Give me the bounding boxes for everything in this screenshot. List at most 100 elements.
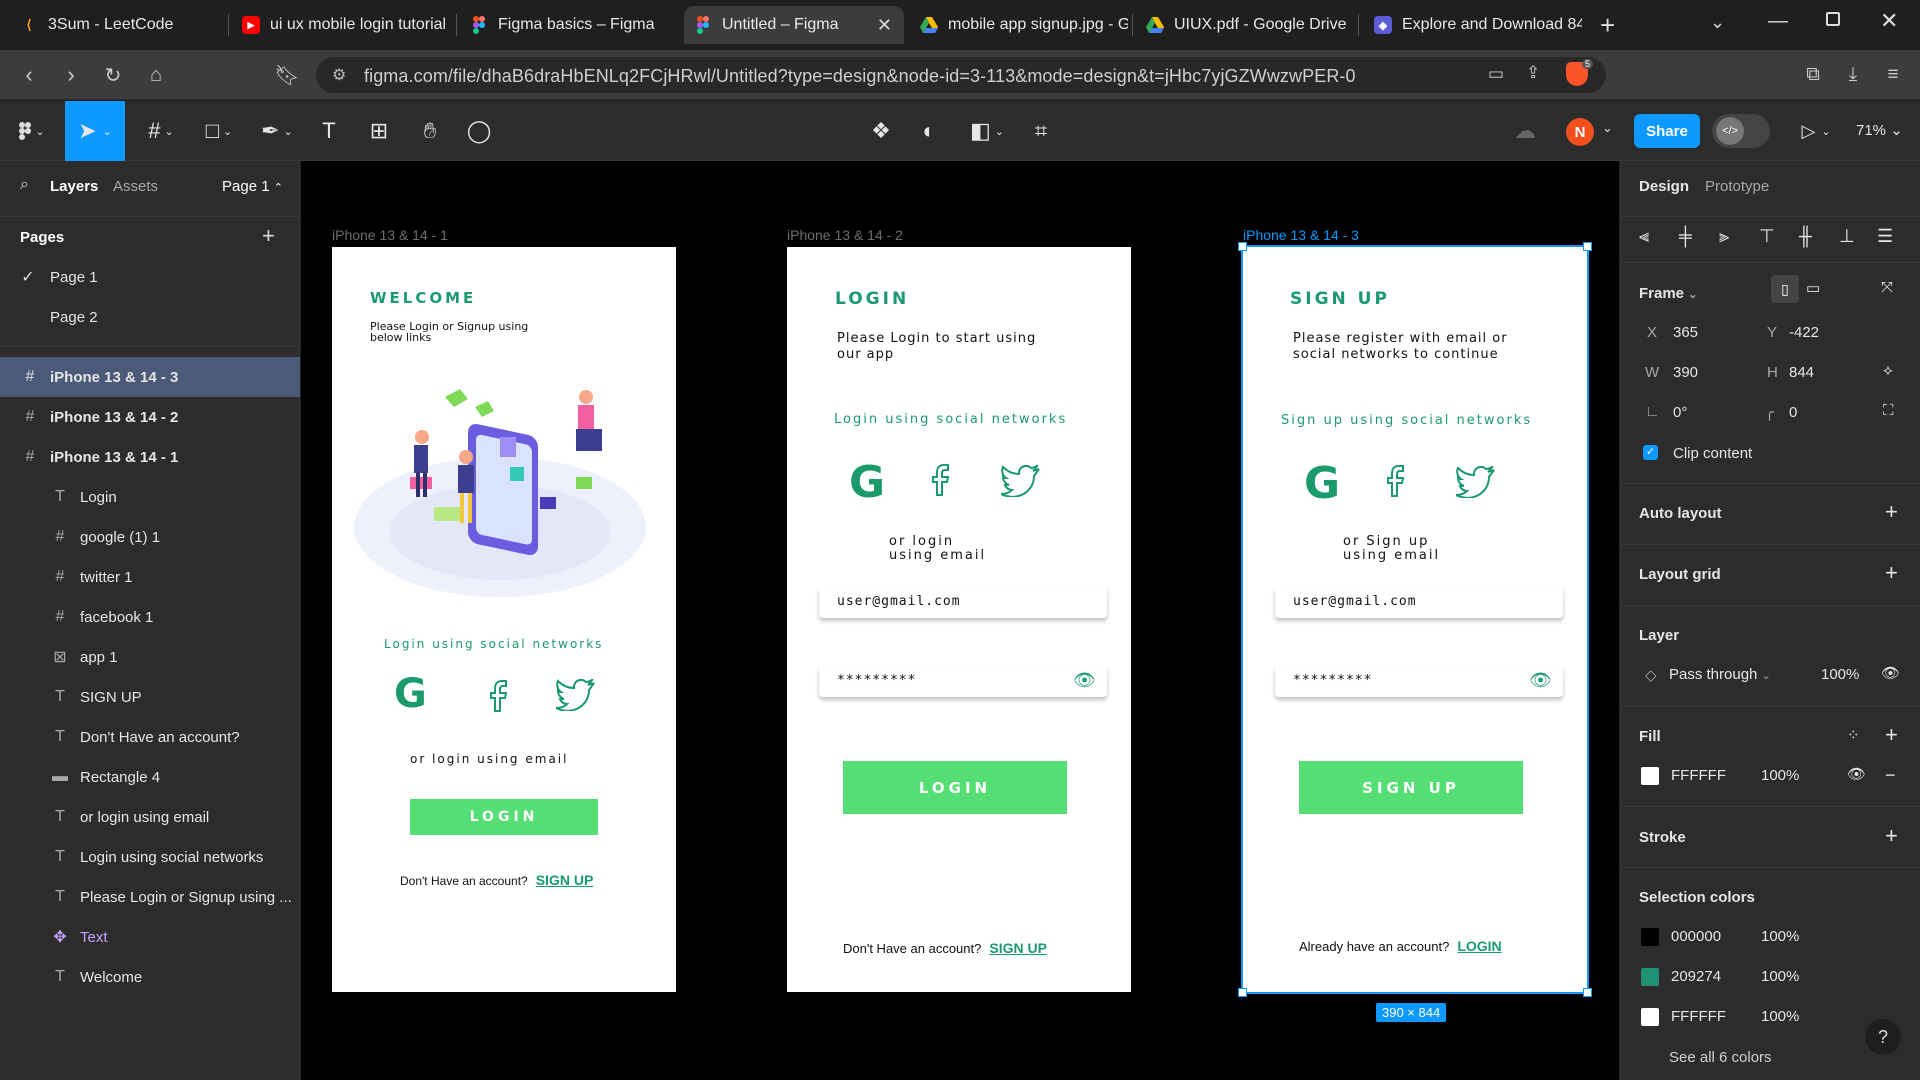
add-page-icon[interactable]: + xyxy=(262,223,275,249)
facebook-icon[interactable] xyxy=(1384,462,1408,498)
layer-item[interactable]: T SIGN UP xyxy=(0,677,300,717)
crop-icon[interactable]: ⌗ xyxy=(1024,101,1058,161)
fill-styles-icon[interactable]: ⁘ xyxy=(1847,726,1860,744)
rotation-input[interactable]: 0° xyxy=(1673,404,1687,421)
facebook-icon[interactable] xyxy=(487,677,511,713)
visibility-icon[interactable]: 👁︎ xyxy=(1881,664,1900,682)
mask-icon[interactable]: ◐ xyxy=(912,101,946,161)
twitter-icon[interactable] xyxy=(1001,465,1041,497)
layer-item[interactable]: # twitter 1 xyxy=(0,557,300,597)
w-input[interactable]: 390 xyxy=(1673,364,1698,381)
layer-item-frame-2[interactable]: # iPhone 13 & 14 - 2 xyxy=(0,397,300,437)
extensions-icon[interactable]: ⧉ xyxy=(1800,62,1826,88)
distribute-icon[interactable]: ☰ xyxy=(1877,226,1893,247)
page-item[interactable]: ✓ Page 1 xyxy=(0,257,300,297)
url-field[interactable]: ⚙ figma.com/file/dhaB6draHbENLq2FCjHRwl/… xyxy=(316,57,1606,93)
tab-assets[interactable]: Assets xyxy=(113,178,158,195)
portrait-icon[interactable]: ▯ xyxy=(1771,275,1799,303)
login-link[interactable]: LOGIN xyxy=(1457,938,1501,954)
twitter-icon[interactable] xyxy=(1456,466,1496,498)
layer-item[interactable]: # google (1) 1 xyxy=(0,517,300,557)
radius-input[interactable]: 0 xyxy=(1789,404,1797,421)
new-tab-icon[interactable]: + xyxy=(1600,10,1615,41)
tab-explore-download[interactable]: ◈ Explore and Download 84 xyxy=(1364,6,1582,44)
landscape-icon[interactable]: ▭ xyxy=(1806,279,1820,297)
search-icon[interactable]: ⌕ xyxy=(20,176,29,194)
figma-menu-icon[interactable]: ⌄ xyxy=(10,101,54,161)
layer-item-frame-3[interactable]: # iPhone 13 & 14 - 3 xyxy=(0,357,300,397)
component-icon[interactable]: ❖ xyxy=(864,101,898,161)
tab-youtube[interactable]: ▶ ui ux mobile login tutorial xyxy=(232,6,450,44)
comment-tool-icon[interactable]: ◯ xyxy=(462,101,496,161)
password-field[interactable]: ********* 👁︎ xyxy=(1275,665,1563,697)
layer-item-frame-1[interactable]: # iPhone 13 & 14 - 1 xyxy=(0,437,300,477)
tab-mobile-app-signup[interactable]: mobile app signup.jpg - G xyxy=(910,6,1128,44)
resize-handle[interactable] xyxy=(1238,242,1247,251)
chevron-down-icon[interactable]: ⌄ xyxy=(1602,120,1613,136)
resources-icon[interactable]: ⊞ xyxy=(362,101,396,161)
bookmark-icon[interactable]: 🔖︎ xyxy=(274,62,300,88)
resize-to-fit-icon[interactable]: ⤧ xyxy=(1881,279,1893,296)
resize-handle[interactable] xyxy=(1583,242,1592,251)
add-auto-layout-icon[interactable]: + xyxy=(1885,499,1898,525)
selection-color-opacity[interactable]: 100% xyxy=(1761,928,1799,945)
forward-icon[interactable]: › xyxy=(58,62,84,88)
shape-tool-icon[interactable]: □ ⌄ xyxy=(196,101,242,161)
layer-item[interactable]: T Welcome xyxy=(0,957,300,997)
google-icon[interactable]: G xyxy=(849,457,885,508)
remove-fill-icon[interactable]: − xyxy=(1885,765,1896,786)
selection-color-hex[interactable]: 209274 xyxy=(1671,968,1721,985)
frame-label[interactable]: iPhone 13 & 14 - 1 xyxy=(332,227,448,243)
align-left-icon[interactable]: ⫷ xyxy=(1639,226,1649,247)
pen-tool-icon[interactable]: ✒ ⌄ xyxy=(254,101,300,161)
tab-uiux-pdf[interactable]: UIUX.pdf - Google Drive xyxy=(1136,6,1354,44)
login-button[interactable]: LOGIN xyxy=(843,761,1067,814)
frame-section-title[interactable]: Frame ⌄ xyxy=(1639,285,1697,302)
share-page-icon[interactable]: ⇪ xyxy=(1526,63,1540,83)
password-field[interactable]: ********* 👁︎ xyxy=(819,665,1107,697)
text-tool-icon[interactable]: T xyxy=(312,101,346,161)
eye-icon[interactable]: 👁︎ xyxy=(1529,670,1553,691)
close-tab-icon[interactable]: ✕ xyxy=(877,15,892,36)
dev-mode-toggle[interactable]: </> xyxy=(1712,114,1770,148)
tab-leetcode[interactable]: ⟨ 3Sum - LeetCode xyxy=(10,6,220,44)
zoom-level[interactable]: 71% ⌄ xyxy=(1856,121,1903,139)
layer-item[interactable]: T Login using social networks xyxy=(0,837,300,877)
design-canvas[interactable]: iPhone 13 & 14 - 1 WELCOME Please Login … xyxy=(301,161,1619,1080)
tab-search-chevron-icon[interactable]: ⌄ xyxy=(1710,12,1725,33)
selection-color-hex[interactable]: 000000 xyxy=(1671,928,1721,945)
fill-visibility-icon[interactable]: 👁︎ xyxy=(1847,765,1866,783)
layer-item[interactable]: T Don't Have an account? xyxy=(0,717,300,757)
restore-icon[interactable] xyxy=(1826,12,1840,26)
frame-signup[interactable]: SIGN UP Please register with email or so… xyxy=(1238,242,1592,997)
boolean-icon[interactable]: ◧ ⌄ xyxy=(964,101,1010,161)
selection-color-opacity[interactable]: 100% xyxy=(1761,968,1799,985)
add-layout-grid-icon[interactable]: + xyxy=(1885,560,1898,586)
reload-icon[interactable]: ↻ xyxy=(100,62,126,88)
avatar[interactable]: N xyxy=(1566,118,1594,146)
align-right-icon[interactable]: ⫸ xyxy=(1719,226,1729,247)
fill-opacity-input[interactable]: 100% xyxy=(1761,767,1799,784)
tab-layers[interactable]: Layers xyxy=(50,178,98,195)
layer-item[interactable]: ✥ Text xyxy=(0,917,300,957)
back-icon[interactable]: ‹ xyxy=(16,62,42,88)
color-swatch[interactable] xyxy=(1641,968,1659,986)
independent-corners-icon[interactable]: ⛶ xyxy=(1883,402,1894,419)
see-all-colors-link[interactable]: See all 6 colors xyxy=(1669,1049,1772,1066)
color-swatch[interactable] xyxy=(1641,928,1659,946)
resize-handle[interactable] xyxy=(1583,988,1592,997)
menu-icon[interactable]: ≡ xyxy=(1880,62,1906,88)
color-swatch[interactable] xyxy=(1641,1008,1659,1026)
clipboard-icon[interactable]: ▭ xyxy=(1488,64,1504,84)
tab-figma-basics[interactable]: Figma basics – Figma xyxy=(460,6,678,44)
x-input[interactable]: 365 xyxy=(1673,324,1698,341)
y-input[interactable]: -422 xyxy=(1789,324,1819,341)
minimize-icon[interactable]: — xyxy=(1768,10,1788,33)
layer-opacity-input[interactable]: 100% xyxy=(1821,666,1859,683)
layer-item[interactable]: T Login xyxy=(0,477,300,517)
email-field[interactable]: user@gmail.com xyxy=(1275,586,1563,618)
selection-color-hex[interactable]: FFFFFF xyxy=(1671,1008,1726,1025)
frame-label[interactable]: iPhone 13 & 14 - 2 xyxy=(787,227,903,243)
login-button[interactable]: LOGIN xyxy=(410,799,598,835)
close-window-icon[interactable]: ✕ xyxy=(1880,8,1898,34)
